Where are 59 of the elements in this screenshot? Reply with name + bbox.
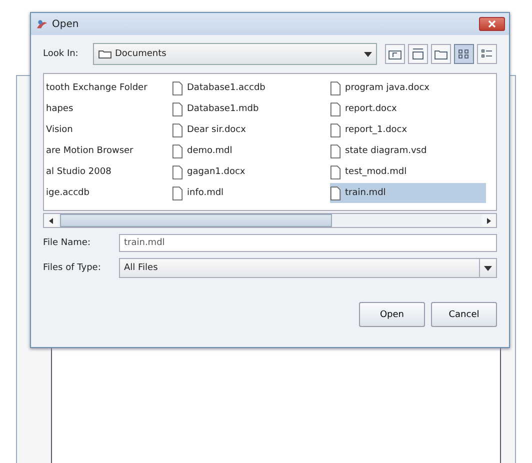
look-in-label: Look In: bbox=[43, 49, 80, 59]
file-icon bbox=[330, 80, 341, 96]
file-icon bbox=[330, 102, 341, 116]
left-arrow-icon bbox=[49, 218, 53, 224]
dialog-button[interactable]: Cancel bbox=[431, 302, 497, 327]
horizontal-scrollbar[interactable] bbox=[43, 213, 497, 228]
dialog-button[interactable]: Open bbox=[359, 302, 425, 327]
right-arrow-icon bbox=[487, 218, 491, 224]
file-icon bbox=[330, 144, 341, 158]
file-item[interactable]: train.mdl bbox=[330, 183, 486, 203]
file-icon bbox=[172, 186, 183, 200]
file-item[interactable]: ige.accdb bbox=[46, 183, 170, 203]
file-icon bbox=[172, 80, 183, 96]
file-item[interactable]: Dear sir.docx bbox=[172, 120, 328, 140]
new-folder-icon bbox=[434, 48, 448, 60]
list-view-icon bbox=[457, 48, 471, 60]
file-item[interactable]: Database1.accdb bbox=[172, 78, 328, 98]
window-title: Open bbox=[52, 18, 79, 30]
scroll-right-button[interactable] bbox=[482, 214, 496, 227]
app-icon bbox=[35, 18, 49, 30]
file-icon bbox=[172, 102, 183, 116]
file-item[interactable]: report_1.docx bbox=[330, 120, 486, 140]
file-name-label: File Name: bbox=[43, 238, 92, 248]
file-item[interactable]: Vision bbox=[46, 120, 170, 140]
file-item[interactable]: info.mdl bbox=[172, 183, 328, 203]
file-icon bbox=[172, 122, 183, 138]
file-item[interactable]: Database1.mdb bbox=[172, 99, 328, 119]
file-item[interactable]: tooth Exchange Folder bbox=[46, 78, 170, 98]
file-item[interactable]: state diagram.vsd bbox=[330, 141, 486, 161]
dropdown-arrow-icon bbox=[484, 266, 492, 270]
up-folder-button[interactable] bbox=[385, 44, 405, 64]
file-icon bbox=[172, 144, 183, 158]
list-view-button[interactable] bbox=[454, 44, 474, 64]
file-item[interactable]: test_mod.mdl bbox=[330, 162, 486, 182]
file-name-field[interactable]: train.mdl bbox=[119, 234, 497, 252]
file-item[interactable]: al Studio 2008 bbox=[46, 162, 170, 182]
scroll-thumb[interactable] bbox=[60, 214, 332, 227]
details-view-icon bbox=[480, 48, 494, 60]
new-folder-button[interactable] bbox=[431, 44, 451, 64]
look-in-dropdown[interactable]: Documents bbox=[93, 43, 377, 65]
file-icon bbox=[330, 164, 341, 180]
home-button[interactable] bbox=[408, 44, 428, 64]
file-icon bbox=[330, 186, 341, 200]
close-button[interactable] bbox=[479, 17, 505, 31]
file-icon bbox=[172, 164, 183, 180]
scroll-left-button[interactable] bbox=[44, 214, 58, 227]
folder-icon bbox=[98, 49, 112, 59]
file-icon bbox=[330, 122, 341, 138]
file-type-label: Files of Type: bbox=[43, 263, 102, 273]
close-icon bbox=[487, 20, 497, 28]
file-item[interactable]: program java.docx bbox=[330, 78, 486, 98]
dropdown-arrow-icon bbox=[364, 52, 372, 56]
file-item[interactable]: demo.mdl bbox=[172, 141, 328, 161]
details-view-button[interactable] bbox=[477, 44, 497, 64]
file-item[interactable]: report.docx bbox=[330, 99, 486, 119]
file-item[interactable]: are Motion Browser bbox=[46, 141, 170, 161]
file-type-dropdown[interactable]: All Files bbox=[119, 258, 497, 278]
file-item[interactable]: hapes bbox=[46, 99, 170, 119]
file-item[interactable]: gagan1.docx bbox=[172, 162, 328, 182]
